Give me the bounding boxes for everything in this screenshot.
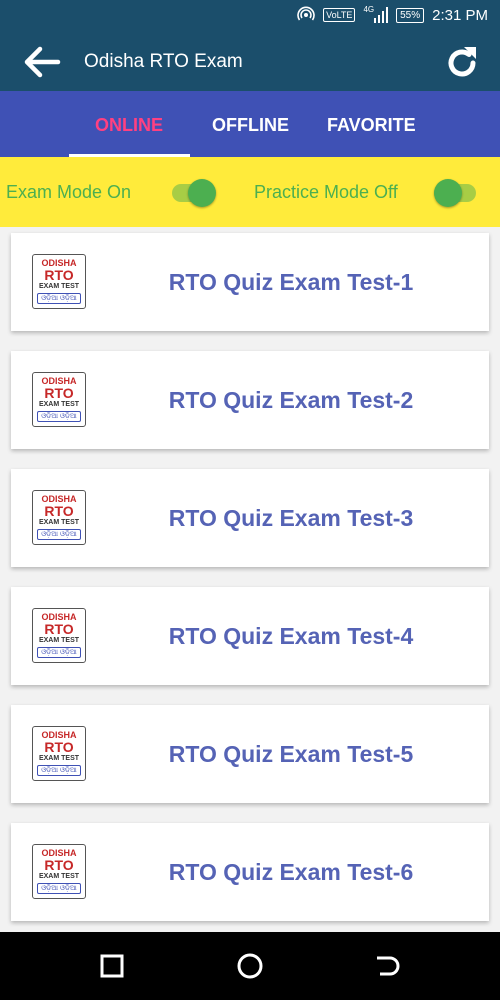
rto-logo: ODISHA RTO EXAM TEST ଓଡ଼ିଆ ଓଡ଼ିଆ xyxy=(32,608,86,663)
rto-logo: ODISHA RTO EXAM TEST ଓଡ଼ିଆ ଓଡ଼ିଆ xyxy=(32,372,86,427)
page-title: Odisha RTO Exam xyxy=(84,51,243,72)
circle-icon[interactable] xyxy=(236,952,264,980)
square-icon[interactable] xyxy=(98,952,126,980)
test-card-2[interactable]: ODISHA RTO EXAM TEST ଓଡ଼ିଆ ଓଡ଼ିଆ RTO Qui… xyxy=(11,351,489,449)
signal-icon: 4G xyxy=(363,4,389,23)
test-card-6[interactable]: ODISHA RTO EXAM TEST ଓଡ଼ିଆ ଓଡ଼ିଆ RTO Qui… xyxy=(11,823,489,921)
tab-online[interactable]: ONLINE xyxy=(95,115,163,136)
exam-mode-switch[interactable] xyxy=(172,178,218,208)
arrow-left-icon[interactable] xyxy=(22,44,62,80)
test-title: RTO Quiz Exam Test-1 xyxy=(168,269,414,295)
app-bar: Odisha RTO Exam xyxy=(0,34,500,91)
status-bar: VoLTE 4G 55% 2:31 PM xyxy=(0,0,500,34)
test-title: RTO Quiz Exam Test-4 xyxy=(168,623,414,649)
test-card-5[interactable]: ODISHA RTO EXAM TEST ଓଡ଼ିଆ ଓଡ଼ିଆ RTO Qui… xyxy=(11,705,489,803)
refresh-icon[interactable] xyxy=(442,43,482,83)
test-title: RTO Quiz Exam Test-3 xyxy=(168,505,414,531)
rto-logo: ODISHA RTO EXAM TEST ଓଡ଼ିଆ ଓଡ଼ିଆ xyxy=(32,490,86,545)
system-nav-bar xyxy=(0,932,500,1000)
practice-mode-label: Practice Mode Off xyxy=(254,182,398,202)
back-arrow-icon[interactable] xyxy=(374,952,402,980)
tab-bar: ONLINE OFFLINE FAVORITE xyxy=(0,91,500,157)
tab-offline[interactable]: OFFLINE xyxy=(212,115,289,136)
test-title: RTO Quiz Exam Test-6 xyxy=(168,859,414,885)
clock: 2:31 PM xyxy=(432,6,488,24)
test-card-4[interactable]: ODISHA RTO EXAM TEST ଓଡ଼ିଆ ଓଡ଼ିଆ RTO Qui… xyxy=(11,587,489,685)
network-type-label: 4G xyxy=(363,4,375,14)
tab-favorite[interactable]: FAVORITE xyxy=(327,115,416,136)
battery-indicator: 55% xyxy=(396,7,425,23)
mode-bar: Exam Mode On Practice Mode Off xyxy=(0,157,500,227)
practice-mode-switch[interactable] xyxy=(434,178,480,208)
switch-thumb xyxy=(434,179,462,207)
hotspot-icon xyxy=(297,6,315,24)
test-card-1[interactable]: ODISHA RTO EXAM TEST ଓଡ଼ିଆ ଓଡ଼ିଆ RTO Qui… xyxy=(11,233,489,331)
rto-logo: ODISHA RTO EXAM TEST ଓଡ଼ିଆ ଓଡ଼ିଆ xyxy=(32,726,86,781)
test-title: RTO Quiz Exam Test-5 xyxy=(168,741,414,767)
test-card-3[interactable]: ODISHA RTO EXAM TEST ଓଡ଼ିଆ ଓଡ଼ିଆ RTO Qui… xyxy=(11,469,489,567)
rto-logo: ODISHA RTO EXAM TEST ଓଡ଼ିଆ ଓଡ଼ିଆ xyxy=(32,844,86,899)
test-title: RTO Quiz Exam Test-2 xyxy=(168,387,414,413)
switch-thumb xyxy=(188,179,216,207)
volte-badge: VoLTE xyxy=(323,8,356,22)
exam-mode-label: Exam Mode On xyxy=(6,182,132,202)
rto-logo: ODISHA RTO EXAM TEST ଓଡ଼ିଆ ଓଡ଼ିଆ xyxy=(32,254,86,309)
